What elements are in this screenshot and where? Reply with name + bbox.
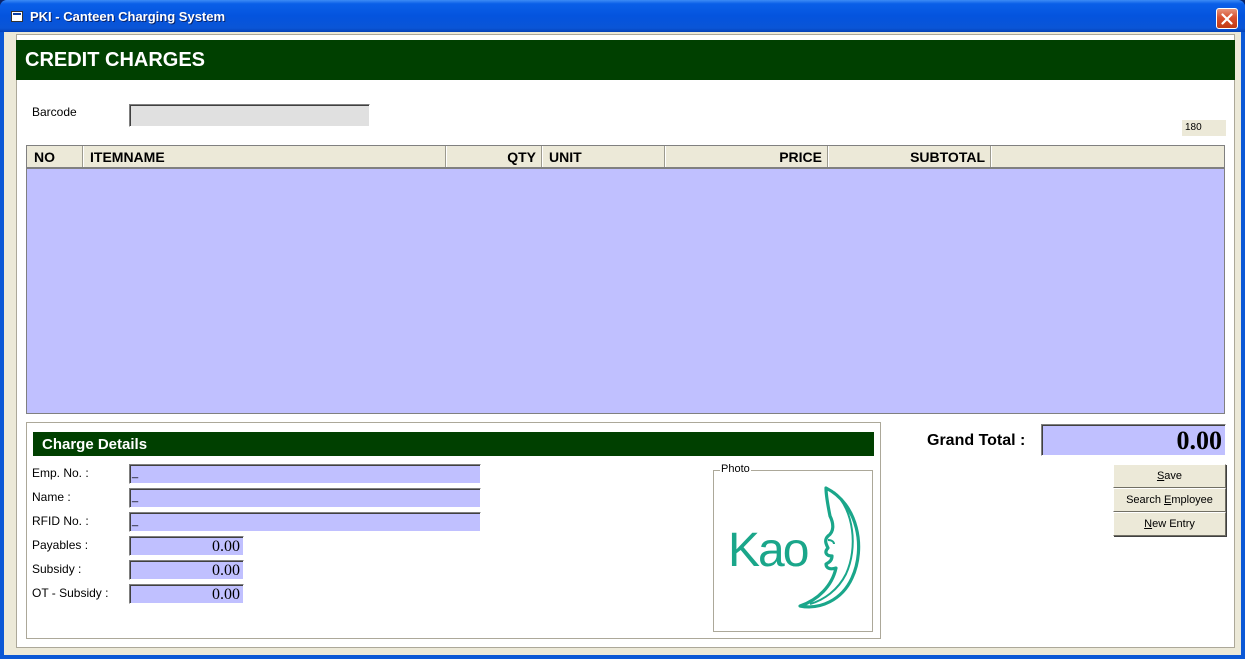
new-entry-button-post: ew Entry: [1152, 518, 1195, 530]
subsidy-field[interactable]: 0.00: [129, 560, 244, 580]
column-header-subtotal[interactable]: SUBTOTAL: [828, 146, 991, 167]
ot-subsidy-field[interactable]: 0.00: [129, 584, 244, 604]
new-entry-button-mnemonic: N: [1144, 518, 1153, 530]
payables-field[interactable]: 0.00: [129, 536, 244, 556]
svg-text:Kao: Kao: [728, 524, 808, 577]
column-header-unit[interactable]: UNIT: [542, 146, 665, 167]
emp-no-field[interactable]: _: [129, 464, 481, 484]
payables-label: Payables :: [32, 538, 89, 552]
column-header-no[interactable]: NO: [27, 146, 83, 167]
close-button[interactable]: [1216, 8, 1238, 29]
barcode-input[interactable]: [129, 104, 370, 127]
save-button-post: ave: [1164, 470, 1183, 482]
emp-no-label: Emp. No. :: [32, 466, 89, 480]
kao-logo-image: Kao: [728, 486, 861, 609]
rfid-no-field[interactable]: _: [129, 512, 481, 532]
search-employee-button[interactable]: Search Employee: [1113, 488, 1226, 512]
search-employee-button-post: mployee: [1171, 494, 1213, 506]
items-grid[interactable]: NO ITEMNAME QTY UNIT PRICE SUBTOTAL: [26, 145, 1225, 414]
charge-details-title: Charge Details: [42, 436, 148, 453]
search-employee-button-pre: Search: [1126, 494, 1164, 506]
app-window: PKI - Canteen Charging System CREDIT CHA…: [0, 0, 1245, 659]
save-button[interactable]: Save: [1113, 464, 1226, 488]
page-header: CREDIT CHARGES: [16, 40, 1235, 80]
photo-label: Photo: [720, 463, 751, 475]
client-area: CREDIT CHARGES Barcode 180 NO ITEMNAME Q…: [4, 32, 1241, 655]
app-icon[interactable]: [11, 11, 23, 22]
column-header-itemname[interactable]: ITEMNAME: [83, 146, 446, 167]
charge-details-header: Charge Details: [33, 432, 874, 456]
grid-header: NO ITEMNAME QTY UNIT PRICE SUBTOTAL: [27, 146, 1224, 169]
item-counter: 180: [1182, 120, 1226, 136]
grand-total-value: 0.00: [1041, 424, 1226, 456]
close-icon: [1221, 13, 1233, 25]
grand-total-label: Grand Total :: [927, 432, 1026, 449]
rfid-no-label: RFID No. :: [32, 514, 89, 528]
subsidy-label: Subsidy :: [32, 562, 82, 576]
window-title: PKI - Canteen Charging System: [30, 9, 226, 24]
column-header-qty[interactable]: QTY: [446, 146, 542, 167]
name-field[interactable]: _: [129, 488, 481, 508]
barcode-label: Barcode: [32, 105, 77, 119]
title-bar[interactable]: PKI - Canteen Charging System: [0, 0, 1245, 32]
column-header-price[interactable]: PRICE: [665, 146, 828, 167]
page-title: CREDIT CHARGES: [25, 49, 206, 71]
ot-subsidy-label: OT - Subsidy :: [32, 586, 109, 600]
new-entry-button[interactable]: New Entry: [1113, 512, 1226, 536]
name-label: Name :: [32, 490, 71, 504]
